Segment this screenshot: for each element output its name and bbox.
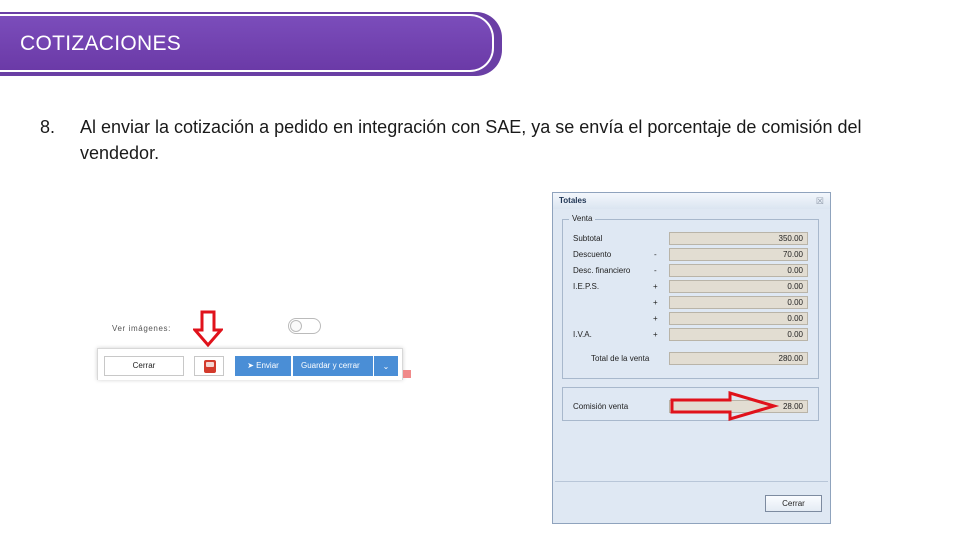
subtotal-field: 350.00 [669, 232, 808, 245]
row-sign: - [654, 266, 657, 275]
enviar-label: Enviar [256, 361, 279, 370]
row-label: I.V.A. [573, 330, 592, 339]
comision-label: Comisión venta [573, 402, 629, 411]
action-toolbar: Cerrar ➤ Enviar Guardar y cerrar ⌄ [97, 348, 403, 380]
ver-imagenes-label: Ver imágenes: [112, 324, 171, 333]
row-label: Descuento [573, 250, 612, 259]
venta-legend: Venta [569, 214, 596, 223]
row-sign: + [653, 282, 658, 291]
row-label: I.E.P.S. [573, 282, 600, 291]
pink-marker [403, 370, 411, 378]
totales-dialog: Totales ☒ Venta Subtotal 350.00 Descuent… [552, 192, 831, 524]
pdf-button[interactable] [194, 356, 224, 376]
row-sign: + [653, 330, 658, 339]
tax-field: 0.00 [669, 296, 808, 309]
desc-financiero-field: 0.00 [669, 264, 808, 277]
toggle-knob [290, 320, 302, 332]
item-number: 8. [40, 117, 56, 137]
row-sign: + [653, 298, 658, 307]
quote-toolbar-screenshot: Ver imágenes: Cerrar ➤ Enviar Guardar y … [93, 310, 413, 382]
ieps-field: 0.00 [669, 280, 808, 293]
dialog-title: Totales [553, 193, 830, 209]
section-banner: COTIZACIONES [0, 12, 502, 76]
row-label: Desc. financiero [573, 266, 631, 275]
descuento-field: 70.00 [669, 248, 808, 261]
dialog-cerrar-button[interactable]: Cerrar [765, 495, 822, 512]
row-sign: - [654, 250, 657, 259]
ver-imagenes-toggle[interactable] [288, 318, 321, 334]
footer-divider [555, 481, 828, 482]
pdf-icon [204, 360, 216, 373]
row-sign: + [653, 314, 658, 323]
row-label: Subtotal [573, 234, 603, 243]
chevron-down-icon[interactable]: ⌄ [374, 356, 398, 376]
close-icon[interactable]: ☒ [816, 193, 824, 209]
total-field: 280.00 [669, 352, 808, 365]
banner-title: COTIZACIONES [20, 32, 182, 55]
tax-field: 0.00 [669, 312, 808, 325]
venta-group: Venta Subtotal 350.00 Descuento - 70.00 … [562, 214, 819, 379]
guardar-y-cerrar-button[interactable]: Guardar y cerrar [293, 356, 373, 376]
total-label: Total de la venta [591, 354, 650, 363]
iva-field: 0.00 [669, 328, 808, 341]
item-text: Al enviar la cotización a pedido en inte… [80, 117, 862, 163]
send-icon: ➤ [247, 361, 257, 370]
cerrar-button[interactable]: Cerrar [104, 356, 184, 376]
right-arrow-icon [670, 390, 780, 422]
down-arrow-icon [193, 310, 223, 348]
enviar-button[interactable]: ➤ Enviar [235, 356, 291, 376]
